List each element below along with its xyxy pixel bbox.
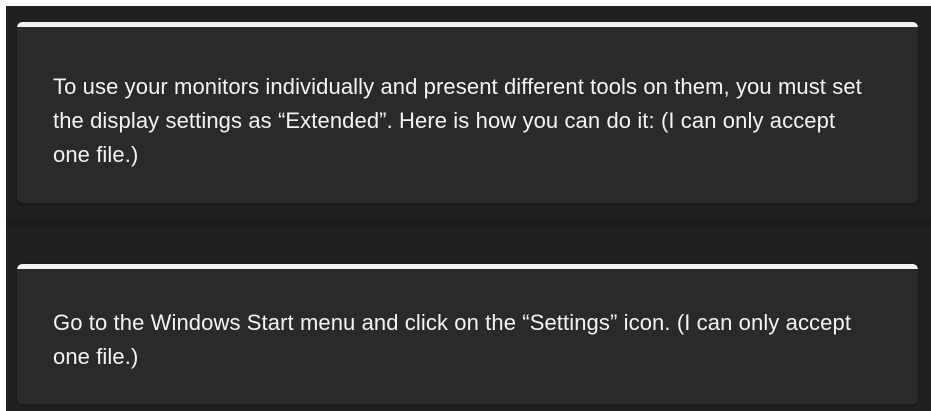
message-text: Go to the Windows Start menu and click o… (53, 310, 852, 369)
message-card: To use your monitors individually and pr… (16, 21, 919, 204)
message-panel: To use your monitors individually and pr… (6, 6, 931, 411)
card-top-accent-bar (17, 264, 918, 269)
card-top-accent-bar (17, 22, 918, 27)
card-separator (6, 219, 931, 227)
message-card: Go to the Windows Start menu and click o… (16, 263, 919, 405)
message-text: To use your monitors individually and pr… (53, 74, 862, 167)
